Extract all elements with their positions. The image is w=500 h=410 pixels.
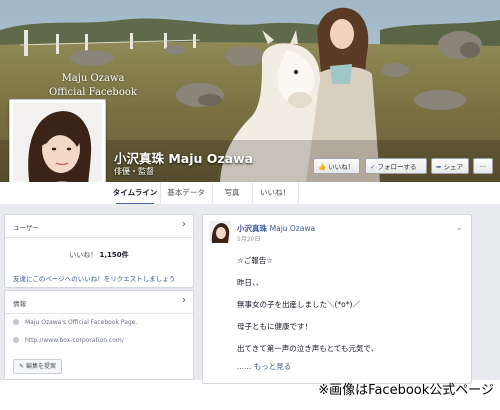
share-button[interactable]: ➦ シェア xyxy=(431,158,469,174)
share-button-label: シェア xyxy=(443,163,463,171)
page-tabs: タイムライン 基本データ 写真 いいね！ xyxy=(0,182,500,205)
tab-about[interactable]: 基本データ xyxy=(160,182,213,204)
info-card: 情報 › Maju Ozawa's Official Facebook Page… xyxy=(4,290,194,380)
users-card: ユーザー › いいね！ 1,150件 友達にこのページへのいいね！をリクエストし… xyxy=(4,214,194,288)
image-credit: ※画像はFacebook公式ページ xyxy=(318,383,494,398)
post-card: 小沢真珠 Maju Ozawa 5月20日 ⌄ ☆ご報告☆ 昨日、、 無事女の子… xyxy=(202,214,472,384)
info-icon xyxy=(13,319,19,325)
post-line-3: 無事女の子を出産しました＼(*o*)／ xyxy=(237,300,360,309)
tab-photos[interactable]: 写真 xyxy=(212,182,253,204)
post-author-jp: 小沢真珠 xyxy=(237,224,267,233)
post-date[interactable]: 5月20日 xyxy=(237,234,260,243)
about-text: Maju Ozawa's Official Facebook Page. xyxy=(25,319,138,326)
post-line-4: 母子ともに健康です！ xyxy=(237,322,312,331)
share-icon: ➦ xyxy=(436,163,442,171)
invite-friends-link[interactable]: 友達にこのページへのいいね！をリクエストしましょう xyxy=(13,273,175,283)
rss-icon: ✓ xyxy=(370,163,376,171)
more-options-button[interactable]: ··· xyxy=(473,158,493,174)
likes-count: いいね！ 1,150件 xyxy=(5,250,193,260)
page-title[interactable]: 小沢真珠 Maju Ozawa xyxy=(114,148,253,167)
website-row[interactable]: http://www.box-corporation.com/ xyxy=(13,337,124,344)
cover-caption-line2: Official Facebook xyxy=(49,87,137,98)
post-line-5: 出てきて第一声の泣き声もとても元気で、 xyxy=(237,344,379,353)
profile-photo xyxy=(13,103,102,192)
follow-button[interactable]: ✓ フォローする xyxy=(365,158,427,174)
info-card-title: 情報 xyxy=(13,300,26,308)
about-row: Maju Ozawa's Official Facebook Page. xyxy=(13,319,137,326)
see-more-link[interactable]: ...... もっと見る xyxy=(237,361,291,372)
chevron-right-icon: › xyxy=(182,295,186,306)
chevron-down-icon[interactable]: ⌄ xyxy=(455,223,463,233)
tab-timeline[interactable]: タイムライン xyxy=(110,182,161,205)
info-card-header[interactable]: 情報 › xyxy=(5,291,193,314)
cover-caption-line1: Maju Ozawa xyxy=(61,73,125,84)
more-dots-icon: ··· xyxy=(479,163,487,171)
tab-likes[interactable]: いいね！ xyxy=(252,182,299,204)
post-author-en: Maju Ozawa xyxy=(269,224,316,233)
timeline-area: ユーザー › いいね！ 1,150件 友達にこのページへのいいね！をリクエストし… xyxy=(0,204,500,384)
globe-icon xyxy=(13,337,19,343)
pencil-icon: ✎ xyxy=(19,363,25,370)
page-category: 俳優・監督 xyxy=(114,167,154,176)
chevron-right-icon: › xyxy=(182,219,186,230)
avatar-photo xyxy=(209,221,231,243)
post-avatar[interactable] xyxy=(209,221,231,243)
website-link[interactable]: http://www.box-corporation.com/ xyxy=(25,337,124,344)
post-author[interactable]: 小沢真珠 Maju Ozawa xyxy=(237,223,315,234)
like-button-label: いいね！ xyxy=(328,163,355,171)
suggest-edit-label: 編集を提案 xyxy=(25,363,56,370)
follow-button-label: フォローする xyxy=(377,163,417,171)
suggest-edit-button[interactable]: ✎ 編集を提案 xyxy=(13,359,62,374)
likes-label: いいね！ xyxy=(69,251,98,259)
post-line-2: 昨日、、 xyxy=(237,278,264,287)
users-card-header[interactable]: ユーザー › xyxy=(5,215,193,238)
users-card-title: ユーザー xyxy=(13,224,39,232)
like-button[interactable]: 👍 いいね！ xyxy=(313,158,360,174)
post-line-1: ☆ご報告☆ xyxy=(237,256,273,265)
thumbs-up-icon: 👍 xyxy=(318,163,327,171)
cover-caption: Maju Ozawa Official Facebook xyxy=(28,72,158,100)
likes-number: 1,150件 xyxy=(99,251,129,259)
